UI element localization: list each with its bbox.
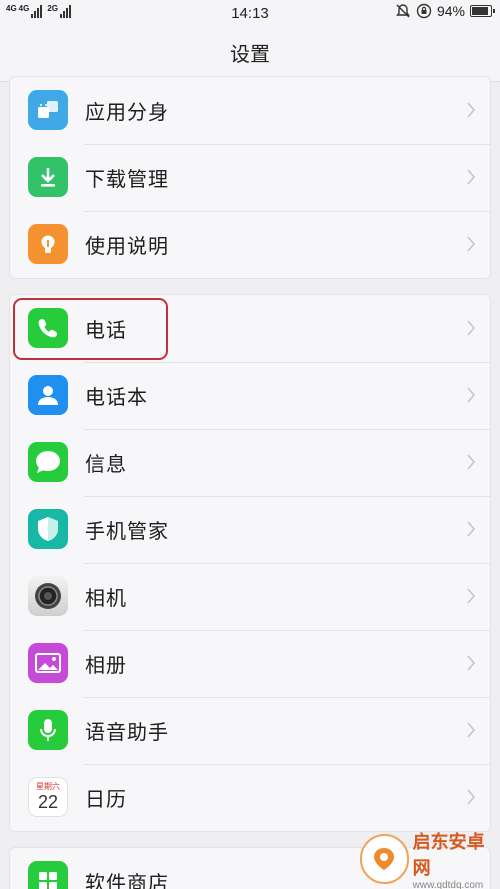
- mute-bell-icon: [396, 4, 410, 18]
- download-icon: [28, 157, 68, 197]
- settings-item-messages[interactable]: 信息: [10, 429, 490, 496]
- chevron-right-icon: [467, 102, 475, 118]
- settings-item-label: 使用说明: [85, 236, 169, 258]
- settings-item-label: 手机管家: [85, 521, 169, 543]
- settings-item-gallery[interactable]: 相册: [10, 630, 490, 697]
- status-right: 94%: [395, 3, 495, 19]
- calendar-weekday: 星期六: [36, 782, 60, 791]
- watermark: 启东安卓网 www.qdtdq.com: [360, 829, 500, 889]
- chevron-right-icon: [467, 655, 475, 671]
- settings-item-label: 下载管理: [85, 169, 169, 191]
- settings-item-label: 软件商店: [85, 873, 169, 889]
- settings-item-label: 语音助手: [85, 722, 169, 744]
- contacts-icon: [28, 375, 68, 415]
- camera-icon: [28, 576, 68, 616]
- settings-item-label: 应用分身: [85, 102, 169, 124]
- chevron-right-icon: [467, 236, 475, 252]
- chevron-right-icon: [467, 789, 475, 805]
- settings-item-label: 日历: [85, 789, 127, 811]
- chevron-right-icon: [467, 521, 475, 537]
- chevron-right-icon: [467, 320, 475, 336]
- watermark-logo-icon: [360, 834, 409, 884]
- settings-item-label: 相册: [85, 655, 127, 677]
- calendar-icon: 星期六 22: [28, 777, 68, 817]
- settings-item-contacts[interactable]: 电话本: [10, 362, 490, 429]
- settings-item-voice-assistant[interactable]: 语音助手: [10, 697, 490, 764]
- chevron-right-icon: [467, 722, 475, 738]
- page-title: 设置: [0, 28, 500, 82]
- message-icon: [28, 442, 68, 482]
- settings-item-label: 信息: [85, 454, 127, 476]
- settings-item-calendar[interactable]: 星期六 22 日历: [10, 764, 490, 831]
- settings-item-downloads[interactable]: 下载管理: [10, 144, 490, 211]
- settings-item-phone-manager[interactable]: 手机管家: [10, 496, 490, 563]
- watermark-name: 启东安卓网: [412, 831, 485, 878]
- gallery-icon: [28, 643, 68, 683]
- calendar-day: 22: [37, 792, 59, 812]
- settings-group-2: 电话 电话本 信息 手机管家 相机 相册 语音助手 星期六 22 日历: [9, 294, 491, 832]
- app-store-icon: [28, 861, 68, 889]
- battery-icon: [470, 5, 495, 17]
- settings-group-1: 应用分身 下载管理 使用说明: [9, 76, 491, 279]
- lightbulb-icon: [28, 224, 68, 264]
- status-bar: 4G 4G 2G 14:13 94%: [0, 0, 500, 28]
- settings-item-camera[interactable]: 相机: [10, 563, 490, 630]
- microphone-icon: [28, 710, 68, 750]
- battery-percent: 94%: [436, 3, 465, 19]
- settings-item-label: 相机: [85, 588, 127, 610]
- shield-icon: [28, 509, 68, 549]
- chevron-right-icon: [467, 454, 475, 470]
- android-clone-icon: [28, 90, 68, 130]
- chevron-right-icon: [467, 169, 475, 185]
- chevron-right-icon: [467, 588, 475, 604]
- highlight-annotation: [13, 298, 168, 360]
- rotation-lock-icon: [416, 3, 432, 19]
- watermark-url: www.qdtdq.com: [412, 879, 484, 889]
- settings-item-manual[interactable]: 使用说明: [10, 211, 490, 278]
- settings-item-app-clone[interactable]: 应用分身: [10, 77, 490, 144]
- settings-item-label: 电话本: [85, 387, 148, 409]
- chevron-right-icon: [467, 387, 475, 403]
